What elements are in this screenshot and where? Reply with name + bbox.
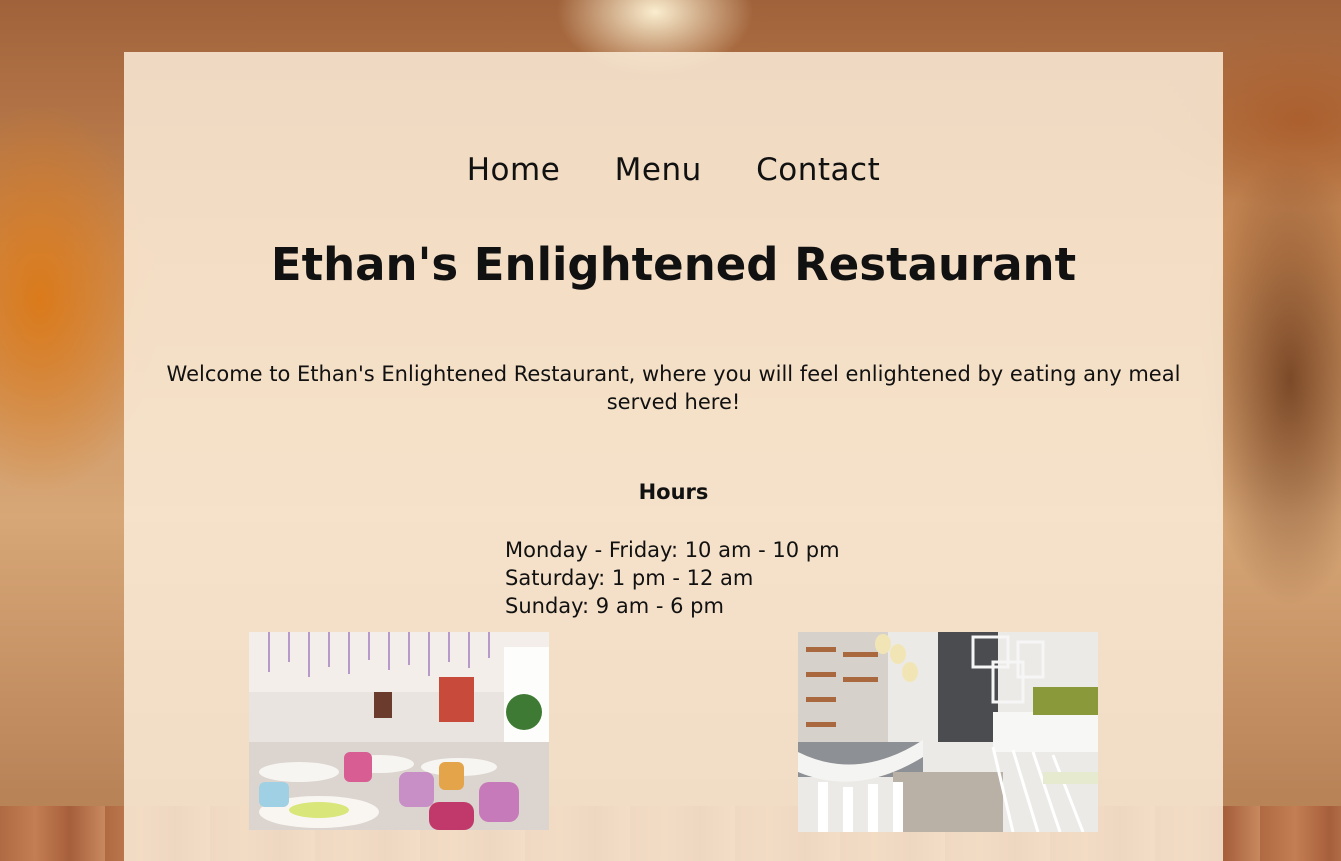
nav-contact-link[interactable]: Contact [756,152,880,188]
main-nav: Home Menu Contact [124,152,1223,188]
welcome-text: Welcome to Ethan's Enlightened Restauran… [166,362,1181,414]
hours-sunday: Sunday: 9 am - 6 pm [505,594,724,618]
restaurant-interior-photo [249,632,549,830]
nav-home-link[interactable]: Home [467,152,561,188]
content-panel: Home Menu Contact Ethan's Enlightened Re… [124,52,1223,861]
nav-menu-link[interactable]: Menu [615,152,702,188]
hours-heading: Hours [638,480,709,504]
hours-saturday: Saturday: 1 pm - 12 am [505,566,754,590]
restaurant-bar-photo [798,632,1098,832]
hours-weekday: Monday - Friday: 10 am - 10 pm [505,538,840,562]
page-title: Ethan's Enlightened Restaurant [270,238,1077,291]
hours-list: Monday - Friday: 10 am - 10 pm Saturday:… [505,536,840,620]
